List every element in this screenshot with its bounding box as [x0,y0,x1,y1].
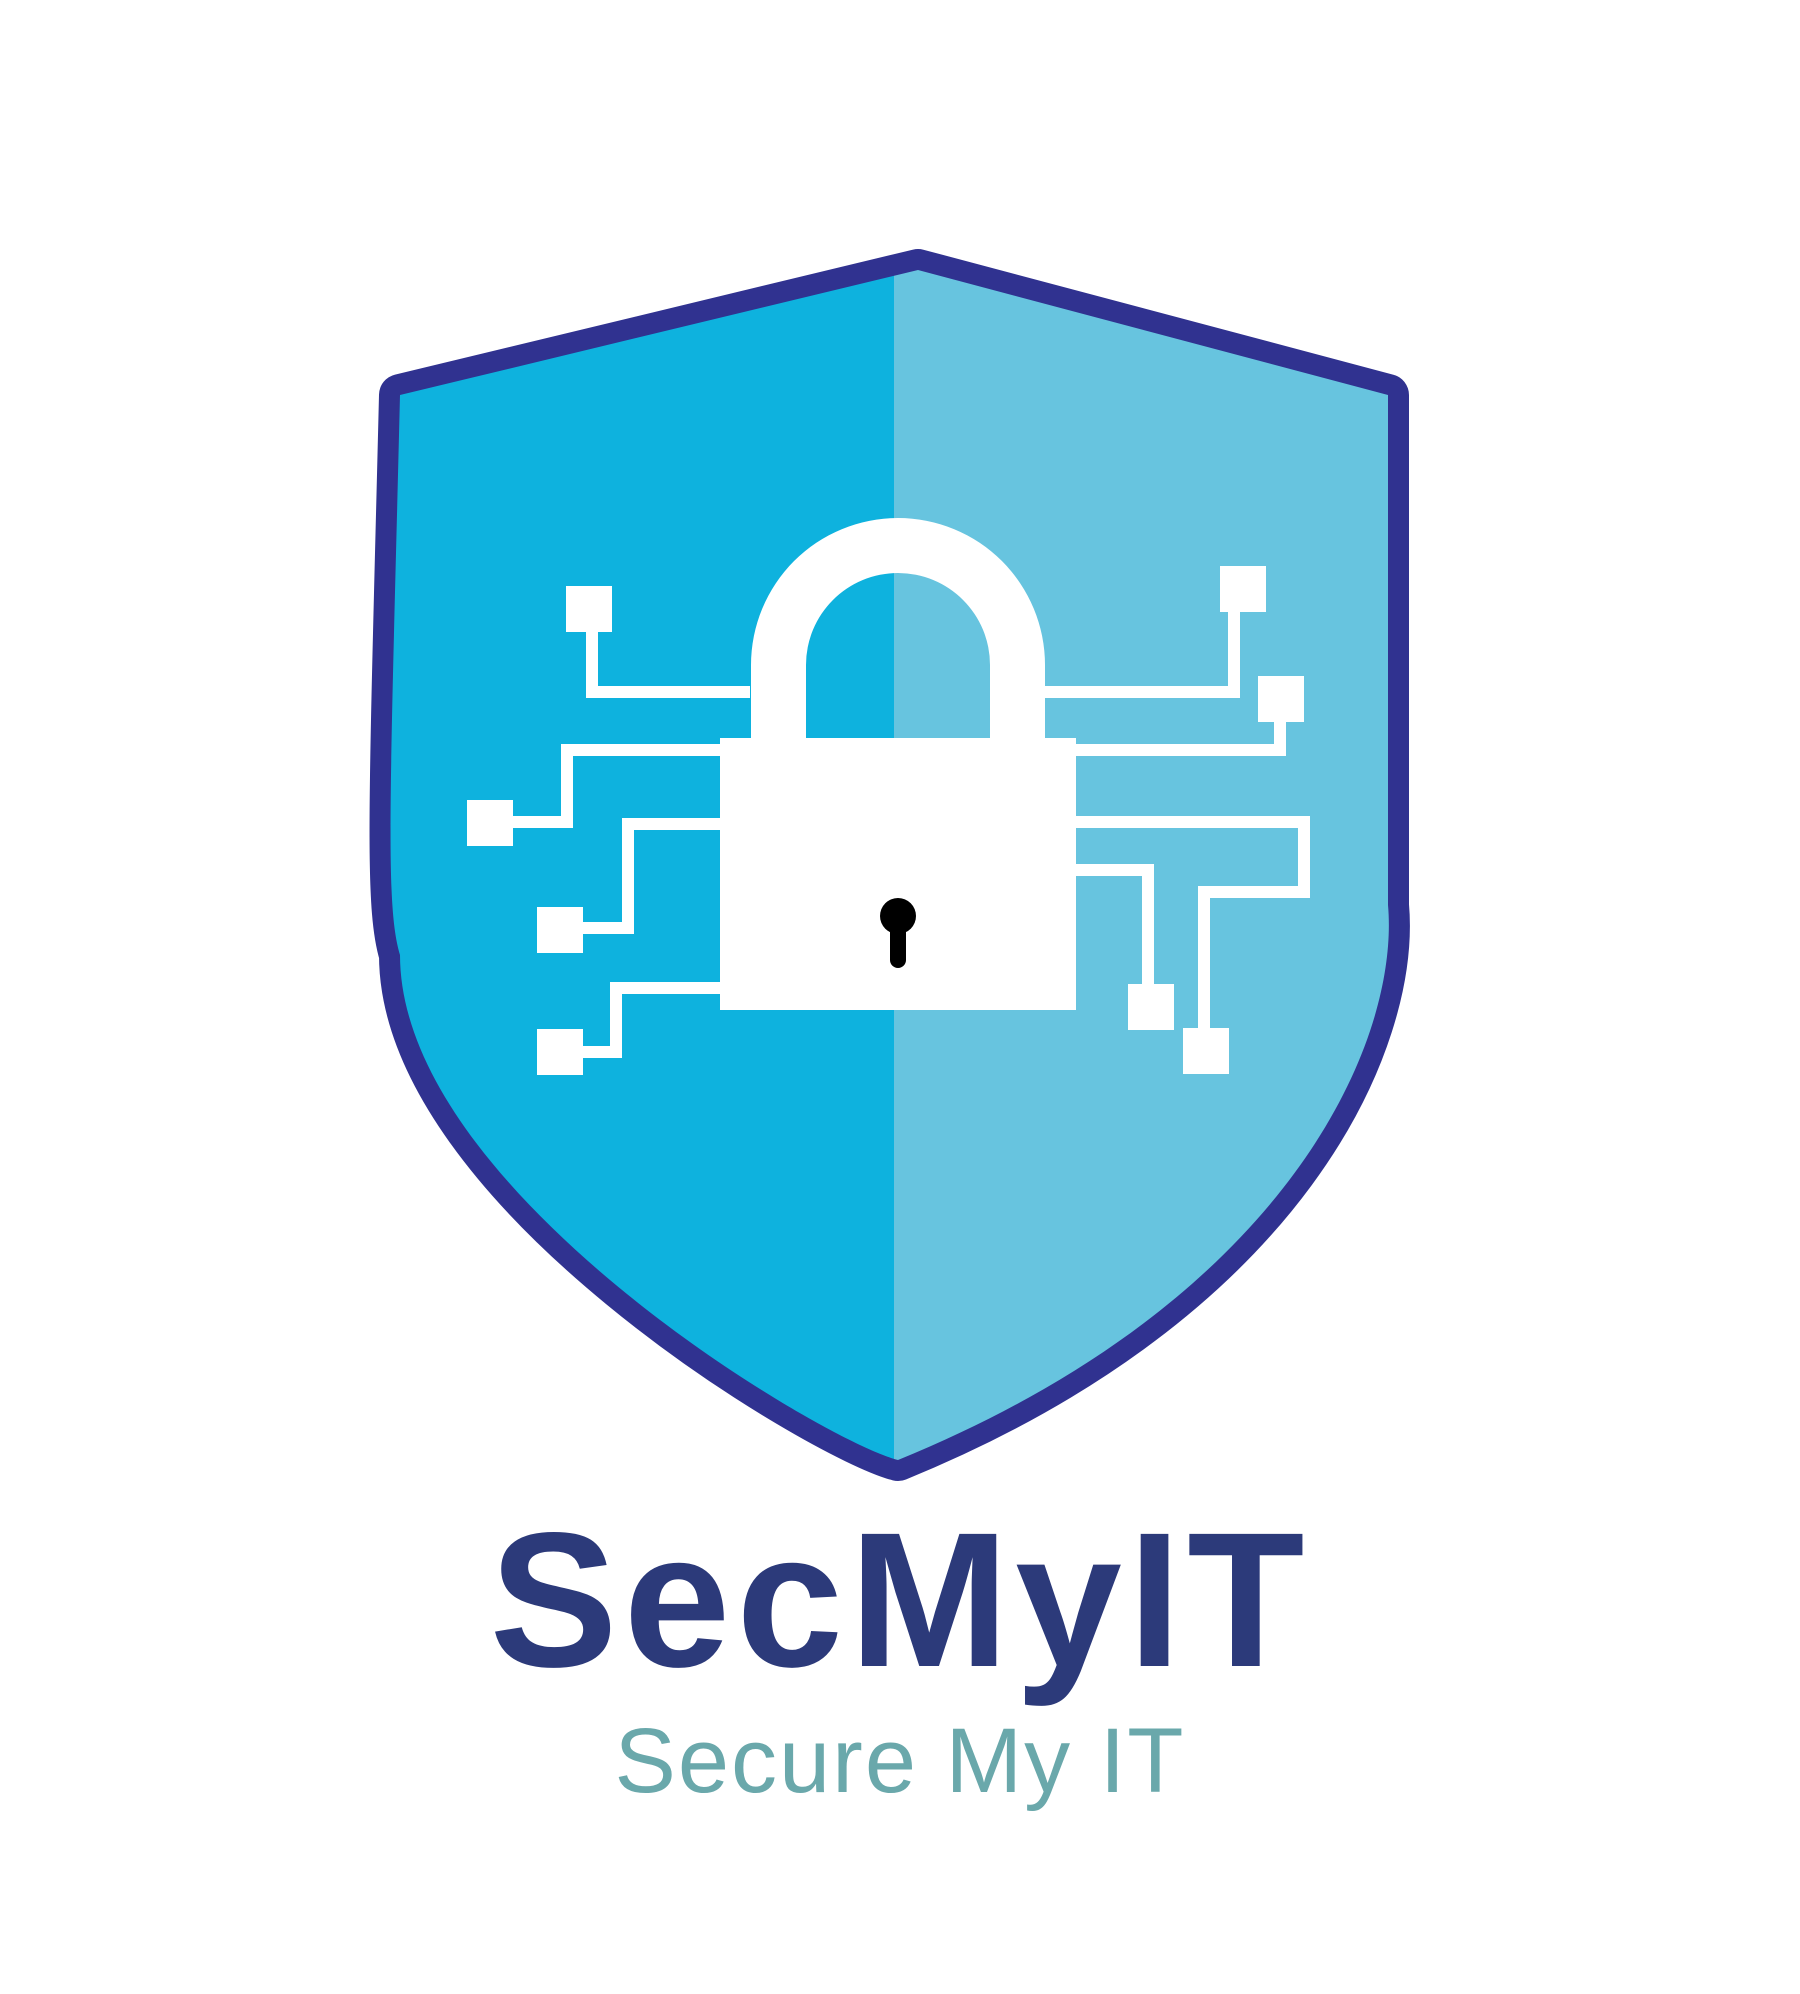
circuit-node [467,800,513,846]
tagline: Secure My IT [614,1710,1186,1812]
circuit-node [537,907,583,953]
circuit-node [1128,984,1174,1030]
brand-name: SecMyIT [489,1492,1311,1707]
circuit-node [1258,676,1304,722]
circuit-node [1183,1028,1229,1074]
circuit-node [566,586,612,632]
circuit-node [1220,566,1266,612]
padlock-body [720,738,1076,1010]
circuit-node [537,1029,583,1075]
